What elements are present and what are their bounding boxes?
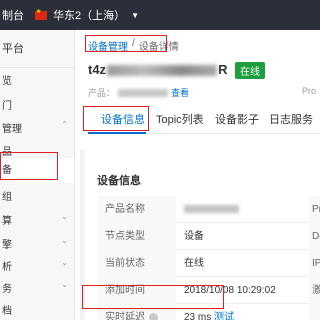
redacted-product-name — [118, 88, 169, 97]
sidebar-item-device-management[interactable]: 管理 ⌃ — [0, 120, 74, 135]
view-product-link[interactable]: 查看 — [171, 86, 189, 99]
product-line: 产品： 查看 — [88, 86, 190, 99]
console-label[interactable]: 制台 — [0, 7, 34, 23]
test-latency-link[interactable]: 测试 — [214, 312, 234, 320]
row-value: 设备 — [184, 231, 204, 242]
help-icon[interactable] — [149, 312, 158, 320]
section-title: 设备信息 — [97, 175, 141, 187]
redacted-device-name — [107, 65, 218, 77]
table-row: 当前状态 在线 IP — [97, 250, 320, 277]
row-label-right — [309, 304, 320, 320]
row-label-right: 激 — [309, 277, 320, 304]
sidebar-item-docs[interactable]: 档 — [0, 302, 74, 317]
highlight-box-breadcrumb — [85, 35, 167, 52]
tab-device-shadow[interactable]: 设备影子 — [215, 111, 259, 127]
product-key-label: Pro — [302, 86, 317, 96]
chevron-up-icon[interactable]: ⌃ — [61, 120, 68, 129]
row-value — [184, 196, 239, 223]
table-row: 节点类型 设备 De — [97, 223, 320, 250]
caret-down-icon[interactable]: ▼ — [131, 11, 139, 20]
table-row: 产品名称 Pr — [97, 196, 320, 223]
row-value: 在线 — [184, 258, 204, 269]
sidebar-item-quickstart[interactable]: 门 — [0, 97, 74, 112]
redacted-product-value — [184, 205, 239, 214]
chevron-down-icon[interactable]: ⌄ — [61, 280, 68, 289]
row-label: 节点类型 — [97, 223, 176, 250]
top-bar: 制台 华东2（上海） ▼ — [0, 0, 320, 30]
sidebar-item-analysis[interactable]: 析 ⌄ — [0, 258, 74, 273]
row-label-right: Pr — [309, 196, 320, 223]
highlight-box-latency — [82, 285, 224, 309]
sidebar-item-edge-compute[interactable]: 算 ⌄ — [0, 212, 74, 227]
row-label: 当前状态 — [97, 250, 176, 277]
region-selector[interactable]: 华东2（上海） — [53, 7, 125, 23]
status-badge: 在线 — [235, 62, 265, 79]
china-flag-icon — [35, 8, 47, 20]
device-name: t4z R — [88, 62, 228, 77]
active-tab-indicator — [88, 132, 146, 134]
tab-topic-list[interactable]: Topic列表 — [156, 111, 204, 127]
highlight-box-sidebar — [0, 152, 58, 180]
highlight-box-tab — [83, 106, 149, 131]
chevron-down-icon[interactable]: ⌄ — [61, 236, 68, 245]
row-label-right: De — [309, 223, 320, 250]
main-content: 设备管理 / 设备详情 t4z R 在线 产品： 查看 Pro 设备信息 Topi… — [75, 30, 320, 320]
chevron-down-icon[interactable]: ⌄ — [61, 258, 68, 267]
sidebar-item-rules-engine[interactable]: 擎 ⌄ — [0, 236, 74, 251]
sidebar-item-overview[interactable]: 览 — [0, 72, 74, 87]
row-label: 产品名称 — [97, 196, 176, 223]
chevron-down-icon[interactable]: ⌄ — [61, 212, 68, 221]
row-label-right: IP — [309, 250, 320, 277]
sidebar-item-group[interactable]: 组 — [0, 188, 74, 203]
tab-log-service[interactable]: 日志服务 — [269, 111, 313, 127]
sidebar-title: 平台 — [0, 30, 74, 68]
sidebar-item-services[interactable]: 务 ⌄ — [0, 280, 74, 295]
